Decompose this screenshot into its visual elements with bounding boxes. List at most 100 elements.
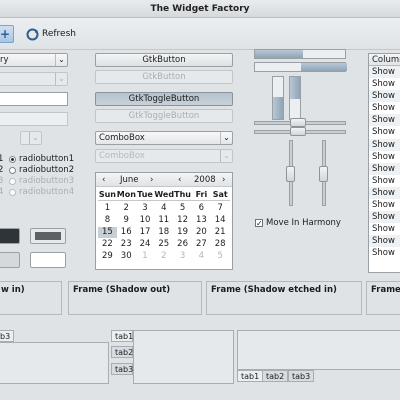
left-combo[interactable]: ry ⌄ — [0, 53, 68, 67]
color-button-mid[interactable] — [30, 228, 66, 244]
list-item[interactable]: Show — [369, 90, 400, 103]
hscale-1-thumb[interactable] — [290, 118, 306, 127]
calendar-day[interactable]: 3 — [136, 203, 155, 214]
calendar-day[interactable]: 8 — [98, 215, 117, 226]
calendar-week: 29 30 1 2 3 4 5 — [98, 251, 230, 262]
hscale-2-thumb[interactable] — [290, 127, 306, 136]
vscale-2-thumb[interactable] — [319, 166, 328, 182]
list-item[interactable]: Show — [369, 151, 400, 163]
list-item[interactable]: Show — [369, 138, 400, 151]
calendar-day-other-month[interactable]: 4 — [192, 251, 211, 262]
spin-button-disabled: ⌄ — [20, 131, 42, 145]
list-item[interactable]: Show — [369, 186, 400, 200]
prev-year-button[interactable]: ‹ — [178, 173, 181, 187]
list-item[interactable]: Show — [369, 175, 400, 187]
calendar-day[interactable]: 10 — [136, 215, 155, 226]
calendar-week: 1 2 3 4 5 6 7 — [98, 203, 230, 214]
progress-bar-bottom — [254, 62, 347, 72]
gtk-toggle-button[interactable]: GtkToggleButton — [95, 92, 233, 106]
calendar[interactable]: ‹ June › ‹ 2008 › Sun Mon Tue Wed Thu Fr… — [95, 172, 233, 270]
calendar-day[interactable]: 19 — [173, 227, 192, 238]
notebook-middle-tab-1[interactable]: tab1 — [111, 330, 133, 342]
chevron-down-icon: ⌄ — [220, 132, 232, 144]
list-item[interactable]: Show — [369, 235, 400, 248]
calendar-day-other-month[interactable]: 1 — [136, 251, 155, 262]
notebook-right-tab-3[interactable]: tab3 — [288, 370, 315, 382]
calendar-day[interactable]: 11 — [154, 215, 173, 226]
notebook-right-tab-1[interactable]: tab1 — [237, 370, 264, 382]
notebook-right — [237, 330, 400, 370]
list-item[interactable]: Show — [369, 78, 400, 90]
calendar-day[interactable]: 18 — [154, 227, 173, 238]
radiobutton-2[interactable]: radiobutton2 — [9, 165, 74, 175]
list-item[interactable]: Show — [369, 199, 400, 211]
refresh-icon — [26, 28, 39, 40]
calendar-day[interactable]: 6 — [192, 203, 211, 214]
calendar-day[interactable]: 5 — [173, 203, 192, 214]
calendar-day[interactable]: 21 — [211, 227, 230, 238]
calendar-day[interactable]: 7 — [211, 203, 230, 214]
calendar-day[interactable]: 30 — [117, 251, 136, 262]
list-item[interactable]: Show — [369, 66, 400, 79]
list-column-header[interactable]: Column — [369, 54, 400, 66]
radiobutton-1[interactable]: radiobutton1 — [9, 154, 74, 164]
notebook-left — [0, 342, 109, 384]
list-item[interactable]: Show — [369, 114, 400, 127]
calendar-day[interactable]: 9 — [117, 215, 136, 226]
calendar-day[interactable]: 23 — [117, 239, 136, 250]
list-item[interactable]: Show — [369, 102, 400, 114]
notebook-left-tab[interactable]: b3 — [0, 330, 15, 342]
notebook-middle-tab-2[interactable]: tab2 — [111, 346, 133, 358]
calendar-day[interactable]: 12 — [173, 215, 192, 226]
window-title: The Widget Factory — [150, 4, 250, 14]
calendar-day[interactable]: 29 — [98, 251, 117, 262]
list-view[interactable]: Column Show Show Show Show Show Show Sho… — [368, 53, 400, 273]
calendar-day-other-month[interactable]: 5 — [211, 251, 230, 262]
calendar-day[interactable]: 20 — [192, 227, 211, 238]
calendar-year: 2008 — [194, 175, 216, 185]
prev-month-button[interactable]: ‹ — [102, 173, 105, 187]
calendar-day[interactable]: 2 — [117, 203, 136, 214]
calendar-day-selected[interactable]: 15 — [98, 227, 117, 238]
calendar-day[interactable]: 13 — [192, 215, 211, 226]
move-in-harmony-checkbox[interactable]: ✓ Move In Harmony — [255, 218, 341, 228]
vscale-1-thumb[interactable] — [286, 166, 295, 182]
calendar-day[interactable]: 1 — [98, 203, 117, 214]
add-button[interactable]: + — [0, 25, 14, 43]
refresh-button[interactable]: Refresh — [26, 24, 76, 44]
calendar-day[interactable]: 17 — [136, 227, 155, 238]
calendar-month: June — [120, 175, 139, 185]
calendar-day[interactable]: 16 — [117, 227, 136, 238]
calendar-day[interactable]: 4 — [154, 203, 173, 214]
color-button-dark[interactable] — [0, 228, 20, 244]
list-item[interactable]: Show — [369, 247, 400, 259]
color-button-white[interactable] — [30, 252, 66, 268]
chevron-down-icon: ⌄ — [55, 54, 67, 66]
calendar-day[interactable]: 14 — [211, 215, 230, 226]
list-item[interactable]: Show — [369, 162, 400, 175]
calendar-day[interactable]: 22 — [98, 239, 117, 250]
list-item[interactable]: Show — [369, 211, 400, 224]
list-item[interactable]: Show — [369, 223, 400, 235]
left-combo-text: ry — [0, 55, 9, 65]
combobox[interactable]: ComboBox ⌄ — [95, 131, 233, 145]
calendar-day[interactable]: 26 — [173, 239, 192, 250]
calendar-day-other-month[interactable]: 3 — [173, 251, 192, 262]
toolbar: + Refresh — [0, 18, 400, 50]
calendar-day-other-month[interactable]: 2 — [154, 251, 173, 262]
left-entry[interactable] — [0, 92, 68, 106]
gtk-toggle-button-disabled: GtkToggleButton — [95, 109, 233, 123]
next-month-button[interactable]: › — [150, 173, 153, 187]
next-year-button[interactable]: › — [222, 173, 225, 187]
radio-indicator — [9, 155, 16, 163]
notebook-right-tab-2[interactable]: tab2 — [262, 370, 289, 382]
radio-number-2: 2 — [0, 165, 4, 175]
gtk-button[interactable]: GtkButton — [95, 53, 233, 67]
calendar-day[interactable]: 24 — [136, 239, 155, 250]
calendar-day[interactable]: 25 — [154, 239, 173, 250]
color-button-light[interactable] — [0, 252, 20, 268]
notebook-middle-tab-3[interactable]: tab3 — [111, 363, 133, 375]
calendar-day[interactable]: 28 — [211, 239, 230, 250]
calendar-day[interactable]: 27 — [192, 239, 211, 250]
list-item[interactable]: Show — [369, 126, 400, 138]
